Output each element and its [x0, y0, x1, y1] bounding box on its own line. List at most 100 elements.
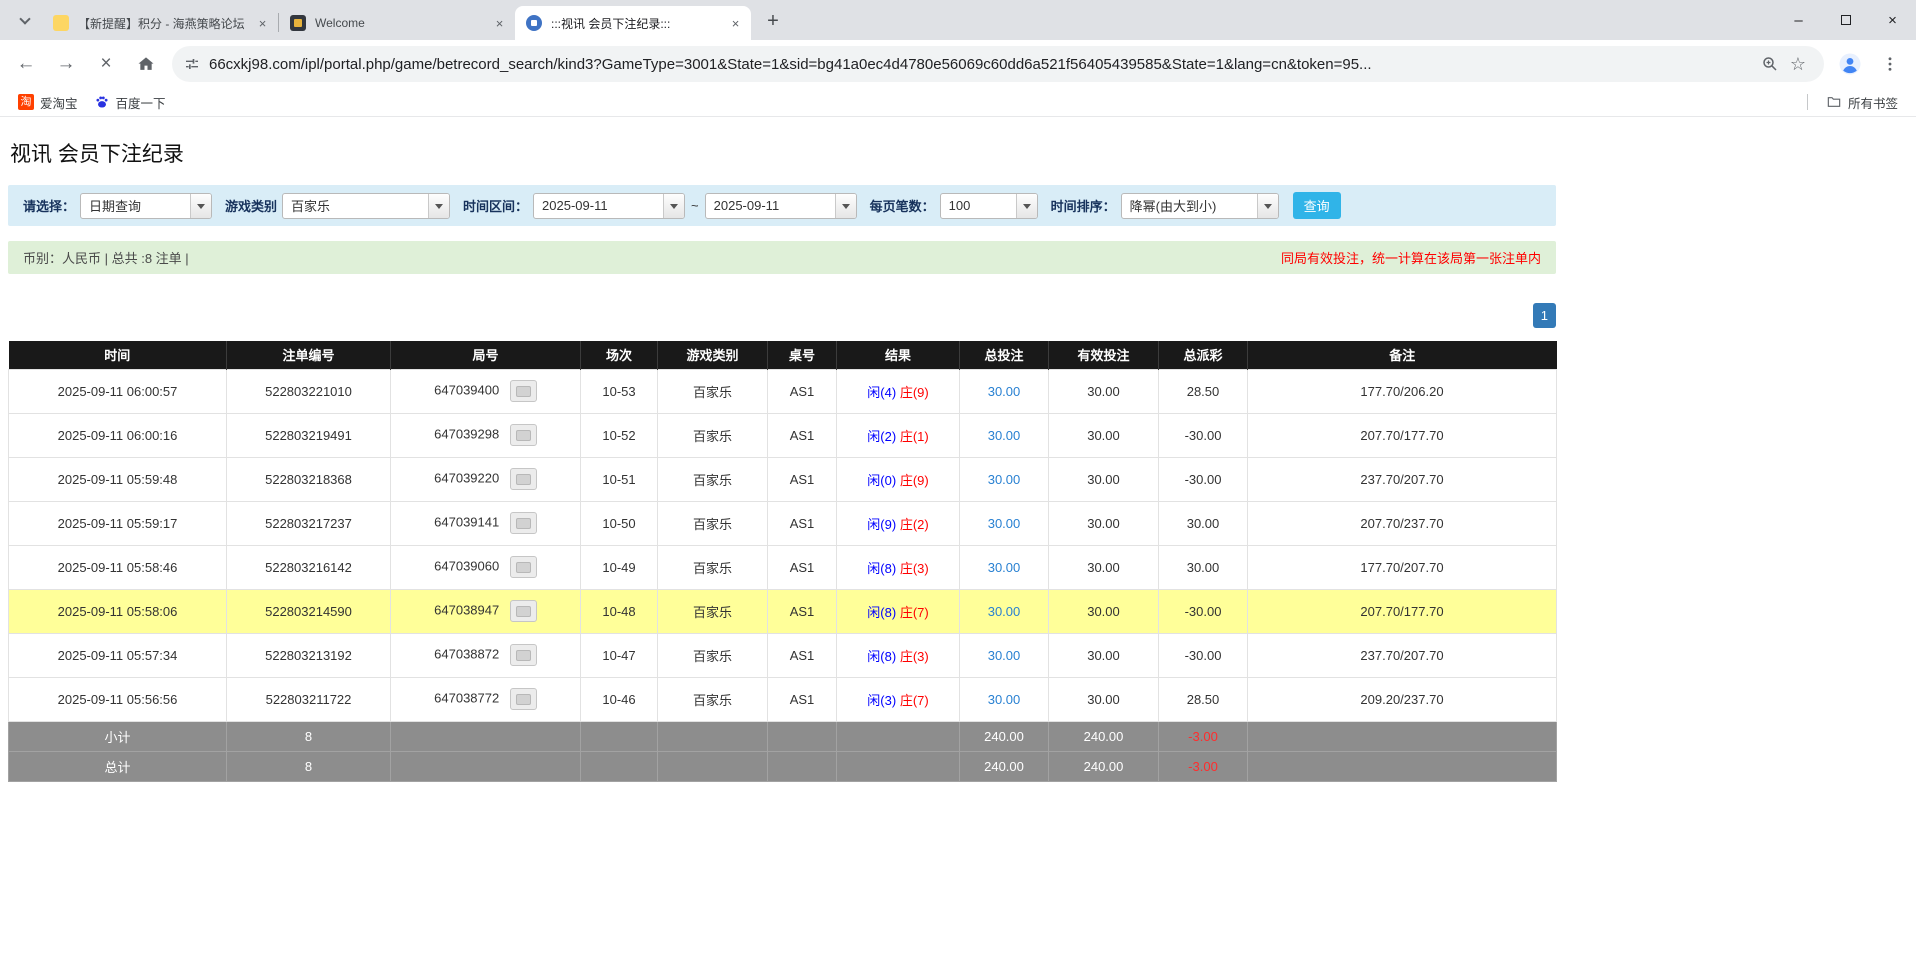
cell-result: 闲(8) 庄(3) — [837, 633, 960, 677]
close-window-button[interactable]: × — [1869, 0, 1916, 40]
summary-payout: -3.00 — [1159, 721, 1248, 751]
address-bar[interactable]: 66cxkj98.com/ipl/portal.php/game/betreco… — [172, 46, 1824, 82]
chevron-down-icon[interactable] — [1257, 194, 1278, 218]
table-row[interactable]: 2025-09-11 05:57:34522803213192647038872… — [9, 633, 1557, 677]
search-button[interactable]: 查询 — [1293, 192, 1341, 219]
player-result: 闲(0) — [867, 473, 896, 488]
cell-game: 百家乐 — [658, 545, 768, 589]
cell-game: 百家乐 — [658, 501, 768, 545]
round-detail-icon[interactable] — [510, 468, 537, 490]
sort-select[interactable]: 降幂(由大到小) — [1121, 193, 1279, 219]
cell-payout: -30.00 — [1159, 589, 1248, 633]
column-header: 注单编号 — [227, 341, 391, 369]
total-bet-link[interactable]: 30.00 — [988, 692, 1021, 707]
forum-favicon-icon — [53, 15, 69, 31]
zoom-button[interactable] — [1756, 50, 1784, 78]
tab-welcome[interactable]: Welcome × — [279, 6, 515, 40]
back-button[interactable]: ← — [8, 46, 44, 82]
round-detail-icon[interactable] — [510, 644, 537, 666]
total-bet-link[interactable]: 30.00 — [988, 516, 1021, 531]
cell-time: 2025-09-11 06:00:16 — [9, 413, 227, 457]
tab-search-button[interactable] — [10, 6, 40, 36]
query-type-select[interactable]: 日期查询 — [80, 193, 212, 219]
cell-note: 207.70/237.70 — [1248, 501, 1557, 545]
table-row[interactable]: 2025-09-11 05:59:17522803217237647039141… — [9, 501, 1557, 545]
forward-button[interactable]: → — [48, 46, 84, 82]
total-bet-link[interactable]: 30.00 — [988, 648, 1021, 663]
date-to-value: 2025-09-11 — [706, 194, 835, 218]
cell-time: 2025-09-11 05:59:48 — [9, 457, 227, 501]
round-detail-icon[interactable] — [510, 600, 537, 622]
notice-text: 同局有效投注，统一计算在该局第一张注单内 — [1281, 248, 1541, 267]
table-row[interactable]: 2025-09-11 06:00:57522803221010647039400… — [9, 369, 1557, 413]
total-bet-link[interactable]: 30.00 — [988, 604, 1021, 619]
round-detail-icon[interactable] — [510, 424, 537, 446]
chevron-down-icon[interactable] — [1016, 194, 1037, 218]
total-bet-link[interactable]: 30.00 — [988, 428, 1021, 443]
bookmark-aitaobao[interactable]: 淘 爱淘宝 — [10, 90, 86, 115]
chevron-down-icon[interactable] — [663, 194, 684, 218]
per-page-input[interactable]: 100 — [940, 193, 1038, 219]
minimize-button[interactable]: – — [1775, 0, 1822, 40]
cell-table: AS1 — [768, 589, 837, 633]
banker-result: 庄(7) — [900, 693, 929, 708]
player-result: 闲(8) — [867, 649, 896, 664]
close-icon[interactable]: × — [254, 15, 271, 32]
chevron-down-icon[interactable] — [190, 194, 211, 218]
close-icon[interactable]: × — [491, 15, 508, 32]
baidu-paw-icon — [94, 94, 110, 110]
new-tab-button[interactable]: + — [759, 7, 787, 35]
site-info-button[interactable] — [184, 56, 200, 72]
tab-forum[interactable]: 【新提醒】积分 - 海燕策略论坛 × — [42, 6, 278, 40]
cell-total-bet: 30.00 — [960, 369, 1049, 413]
browser-window: 【新提醒】积分 - 海燕策略论坛 × Welcome × :::视讯 会员下注纪… — [0, 0, 1916, 782]
total-bet-link[interactable]: 30.00 — [988, 560, 1021, 575]
page-1-button[interactable]: 1 — [1533, 303, 1556, 328]
round-detail-icon[interactable] — [510, 380, 537, 402]
bookmark-baidu[interactable]: 百度一下 — [86, 90, 174, 115]
summary-empty — [837, 751, 960, 781]
bookmark-star-icon[interactable]: ☆ — [1784, 50, 1812, 78]
total-bet-link[interactable]: 30.00 — [988, 384, 1021, 399]
table-row[interactable]: 2025-09-11 05:59:48522803218368647039220… — [9, 457, 1557, 501]
date-to-input[interactable]: 2025-09-11 — [705, 193, 857, 219]
cell-round: 647039060 — [391, 545, 581, 589]
column-header: 桌号 — [768, 341, 837, 369]
cell-game: 百家乐 — [658, 369, 768, 413]
summary-text: 币别：人民币 | 总共 :8 注单 | — [23, 248, 189, 267]
table-row[interactable]: 2025-09-11 05:56:56522803211722647038772… — [9, 677, 1557, 721]
round-detail-icon[interactable] — [510, 512, 537, 534]
tab-bet-records[interactable]: :::视讯 会员下注纪录::: × — [515, 6, 751, 40]
stop-button[interactable]: × — [88, 46, 124, 82]
kebab-menu-icon — [1881, 55, 1899, 73]
table-row[interactable]: 2025-09-11 05:58:06522803214590647038947… — [9, 589, 1557, 633]
chevron-down-icon[interactable] — [428, 194, 449, 218]
card-glyph — [516, 474, 531, 485]
menu-button[interactable] — [1872, 46, 1908, 82]
table-footer: 小计8240.00240.00-3.00总计8240.00240.00-3.00 — [9, 721, 1557, 781]
cell-game: 百家乐 — [658, 413, 768, 457]
profile-button[interactable] — [1832, 46, 1868, 82]
table-row[interactable]: 2025-09-11 05:58:46522803216142647039060… — [9, 545, 1557, 589]
game-type-select[interactable]: 百家乐 — [282, 193, 450, 219]
player-result: 闲(3) — [867, 693, 896, 708]
round-detail-icon[interactable] — [510, 556, 537, 578]
url-text[interactable]: 66cxkj98.com/ipl/portal.php/game/betreco… — [209, 56, 1756, 73]
cell-total-bet: 30.00 — [960, 589, 1049, 633]
card-glyph — [516, 606, 531, 617]
home-button[interactable] — [128, 46, 164, 82]
total-bet-link[interactable]: 30.00 — [988, 472, 1021, 487]
chevron-down-icon[interactable] — [835, 194, 856, 218]
cell-note: 209.20/237.70 — [1248, 677, 1557, 721]
close-icon[interactable]: × — [727, 15, 744, 32]
table-row[interactable]: 2025-09-11 06:00:16522803219491647039298… — [9, 413, 1557, 457]
maximize-button[interactable] — [1822, 0, 1869, 40]
cell-game: 百家乐 — [658, 677, 768, 721]
game-type-label: 游戏类别 — [225, 196, 277, 215]
date-from-input[interactable]: 2025-09-11 — [533, 193, 685, 219]
cell-table: AS1 — [768, 633, 837, 677]
browser-toolbar: ← → × 66cxkj98.com/ipl/portal.php/game/b… — [0, 40, 1916, 88]
all-bookmarks-button[interactable]: 所有书签 — [1818, 90, 1906, 115]
player-result: 闲(8) — [867, 605, 896, 620]
round-detail-icon[interactable] — [510, 688, 537, 710]
